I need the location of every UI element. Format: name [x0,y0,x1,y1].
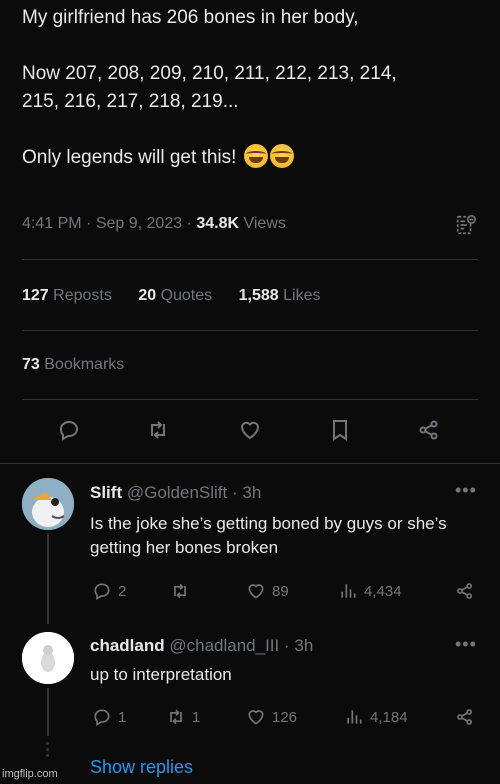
reply-age[interactable]: · 3h [232,483,261,502]
divider [22,259,478,260]
laughing-emoji-icon [269,144,294,168]
views-count: 34.8K [196,215,240,232]
reply-icon [94,709,110,726]
avatar-image [22,632,74,684]
share-button[interactable] [417,418,441,442]
thread-continuation [46,742,49,757]
share-icon [457,583,473,599]
thread-line [47,688,49,736]
tweet-date[interactable]: Sep 9, 2023 [96,215,182,232]
reply-count: 1 [118,708,127,726]
divider [22,330,478,331]
repost-button[interactable] [146,418,170,442]
tweet-meta: 4:41 PM · Sep 9, 2023 · 34.8K Views [22,215,286,232]
reply-text: Is the joke she’s getting boned by guys … [90,514,447,557]
repost-icon [170,709,182,725]
avatar[interactable] [22,478,74,530]
reply-age[interactable]: · 3h [284,636,313,655]
divider [0,463,500,464]
repost-icon [151,421,165,439]
like-button[interactable] [238,418,262,442]
reply-share-button[interactable] [455,581,481,601]
reply-header: chadland @chadland_III · 3h [90,636,313,656]
reply-like-button[interactable]: 89 [246,581,289,601]
tweet-text: My girlfriend has 206 bones in her body,… [22,4,482,172]
like-count: 89 [272,582,289,600]
reply-button[interactable] [57,418,81,442]
reply-header: Slift @GoldenSlift · 3h [90,483,261,503]
reply-reply-button[interactable]: 2 [92,581,126,601]
views-count: 4,184 [370,708,408,726]
views-count: 4,434 [364,582,402,600]
more-options-icon[interactable]: ••• [455,634,477,655]
share-icon [457,709,473,725]
reply-count: 2 [118,582,127,600]
avatar-image [22,478,74,530]
like-icon [248,584,264,599]
share-icon [419,420,438,440]
reply-repost-button[interactable]: 1 [166,707,200,727]
tweet-stats: 127 Reposts 20 Quotes 1,588 Likes [22,287,342,305]
reply-text: up to interpretation [90,665,232,684]
thread-line [47,534,49,624]
bookmarks-stat[interactable]: 73 Bookmarks [22,356,124,374]
reply-icon [94,583,110,600]
avatar[interactable] [22,632,74,684]
reply-author-handle[interactable]: @chadland_III [169,636,279,655]
tweet-time[interactable]: 4:41 PM [22,215,82,232]
bookmark-icon [333,420,347,441]
quotes-stat[interactable]: 20 Quotes [138,287,212,304]
like-count: 126 [272,708,298,726]
watermark: imgflip.com [2,768,58,780]
reply-share-button[interactable] [455,707,481,727]
bookmark-button[interactable] [328,418,352,442]
tweet-line-4: Only legends will get this! [22,144,482,172]
reply-reply-button[interactable]: 1 [92,707,126,727]
reply-author-name[interactable]: Slift [90,483,122,502]
show-replies-link[interactable]: Show replies [90,757,193,778]
analytics-icon[interactable] [455,214,477,236]
reply-icon [59,420,79,441]
reply-like-button[interactable]: 126 [246,707,297,727]
likes-stat[interactable]: 1,588 Likes [239,287,321,304]
like-icon [240,421,260,440]
tweet-line-2: Now 207, 208, 209, 210, 211, 212, 213, 2… [22,63,397,84]
tweet-line-1: My girlfriend has 206 bones in her body, [22,7,359,28]
repost-icon [174,583,186,599]
reply-author-handle[interactable]: @GoldenSlift [127,483,227,502]
views-chart-icon [341,584,356,598]
reply-views-button[interactable]: 4,184 [344,707,408,727]
reply-repost-button[interactable] [170,581,196,601]
reply-author-name[interactable]: chadland [90,636,165,655]
divider [22,399,478,400]
like-icon [248,710,264,725]
views-label: Views [243,215,286,232]
views-chart-icon [347,710,362,724]
laughing-emoji-icon [243,144,268,168]
reposts-stat[interactable]: 127 Reposts [22,287,112,304]
tweet-line-3: 215, 216, 217, 218, 219... [22,91,239,112]
more-options-icon[interactable]: ••• [455,480,477,501]
repost-count: 1 [192,708,201,726]
reply-views-button[interactable]: 4,434 [338,581,402,601]
